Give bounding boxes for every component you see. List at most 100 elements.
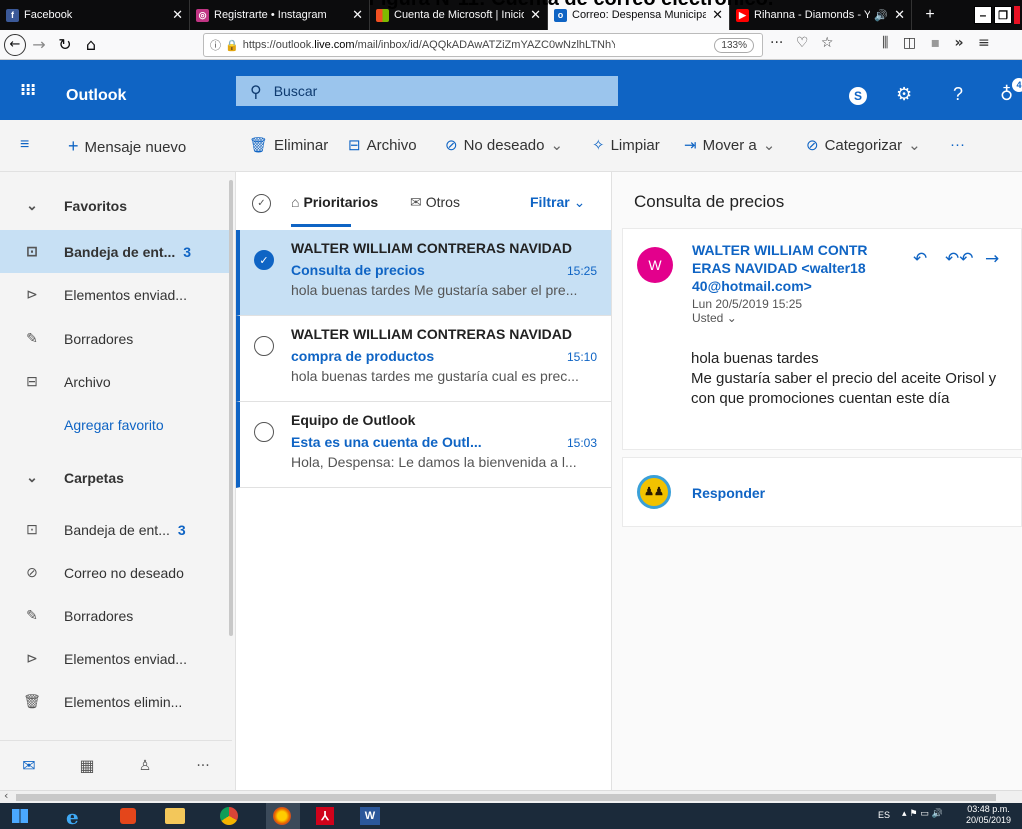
file-explorer-icon[interactable] [165, 808, 185, 824]
trash-icon: 🗑 [249, 137, 269, 154]
categorize-label: Categorizar [824, 137, 903, 154]
archive-button[interactable]: ⊟ Archivo [348, 136, 417, 154]
recipient[interactable]: Usted ⌄ [692, 311, 737, 325]
more-icon[interactable]: ··· [770, 35, 783, 51]
extension-icon[interactable]: ▪ [931, 35, 941, 51]
tab-focused[interactable]: ⌂ Prioritarios [291, 194, 378, 210]
inbox-icon: ⊡ [26, 243, 38, 259]
app-launcher-icon[interactable]: ⁝⁝⁝ [20, 80, 36, 99]
help-icon[interactable]: ? [953, 84, 963, 105]
settings-gear-icon[interactable]: ⚙ [896, 84, 912, 105]
message-subject: Consulta de precios [291, 262, 425, 278]
junk-button[interactable]: ⊘ No deseado ⌄ [445, 136, 563, 154]
more-apps-icon[interactable]: ··· [174, 758, 232, 774]
forward-icon[interactable]: → [985, 249, 999, 269]
folders-header[interactable]: ⌄ Carpetas [0, 456, 232, 499]
message-item[interactable]: Equipo de Outlook Esta es una cuenta de … [236, 402, 611, 488]
back-icon[interactable]: ← [4, 33, 26, 56]
forward-icon[interactable]: → [26, 35, 52, 54]
notifications-icon[interactable]: ♁ [1000, 84, 1013, 105]
outlook-header: ⁝⁝⁝ Outlook ⚲ Buscar S ⚙ ? ♁ 4 [0, 60, 1022, 120]
chevron-down-icon: ⌄ [908, 137, 921, 154]
info-icon[interactable]: ⓘ [210, 37, 221, 53]
body-line: con que promociones cuentan este día [691, 390, 950, 407]
reading-pane: Consulta de precios W WALTER WILLIAM CON… [612, 172, 1022, 790]
start-icon[interactable] [12, 809, 28, 823]
people-icon[interactable]: ♙ [116, 758, 174, 774]
reply-icon[interactable]: ↶ [913, 249, 927, 269]
reply-link[interactable]: Responder [692, 485, 765, 501]
favorite-drafts[interactable]: ✎ Borradores [0, 317, 232, 360]
reply-card: ♟♟ Responder [622, 457, 1022, 527]
filter-button[interactable]: Filtrar ⌄ [530, 194, 585, 211]
check-circle-icon[interactable] [254, 422, 274, 442]
chrome-icon[interactable] [220, 807, 238, 825]
horizontal-scrollbar[interactable]: ‹ [0, 789, 1022, 803]
favorite-inbox[interactable]: ⊡ Bandeja de ent... 3 [0, 230, 232, 273]
lock-icon: 🔒 [225, 39, 239, 52]
scroll-left-icon[interactable]: ‹ [4, 789, 8, 802]
new-message-button[interactable]: + Mensaje nuevo [68, 136, 186, 157]
message-sender: Equipo de Outlook [291, 412, 416, 428]
folder-deleted[interactable]: 🗑 Elementos elimin... [0, 680, 232, 723]
message-item[interactable]: WALTER WILLIAM CONTRERAS NAVIDAD compra … [236, 316, 611, 402]
favorite-archive[interactable]: ⊟ Archivo [0, 360, 232, 403]
categorize-button[interactable]: ⊘ Categorizar ⌄ [806, 136, 921, 154]
search-icon: ⚲ [250, 81, 262, 101]
reload-icon[interactable]: ↻ [52, 35, 78, 54]
folders-label: Carpetas [64, 469, 124, 486]
folder-drafts[interactable]: ✎ Borradores [0, 594, 232, 637]
word-icon[interactable]: W [360, 807, 380, 825]
block-icon: ⊘ [26, 564, 38, 580]
tray-icons[interactable]: ▴ ⚑ ▭ 🔊 [902, 809, 943, 819]
tab-other-label: Otros [425, 194, 460, 210]
folder-sent[interactable]: ⊳ Elementos enviad... [0, 637, 232, 680]
mail-icon[interactable]: ✉ [0, 756, 58, 775]
check-circle-icon[interactable] [254, 336, 274, 356]
library-icon[interactable]: ⫼ [882, 35, 888, 51]
home-icon[interactable]: ⌂ [78, 35, 104, 54]
search-input[interactable]: ⚲ Buscar [236, 76, 618, 106]
select-all-icon[interactable]: ✓ [252, 194, 271, 213]
pocket-icon[interactable]: ♡ [796, 35, 809, 51]
sweep-button[interactable]: ✧ Limpiar [592, 136, 660, 154]
acrobat-icon[interactable]: ⅄ [316, 807, 334, 825]
active-tab-indicator [291, 224, 351, 227]
hamburger-icon[interactable]: ≡ [20, 136, 29, 154]
check-circle-icon[interactable]: ✓ [254, 250, 274, 270]
delete-label: Eliminar [274, 137, 329, 154]
chevron-down-icon: ⌄ [762, 137, 776, 154]
sender-address[interactable]: WALTER WILLIAM CONTR ERAS NAVIDAD <walte… [692, 241, 868, 295]
sender-avatar[interactable]: W [637, 247, 673, 283]
reply-all-icon[interactable]: ↶↶ [945, 249, 974, 269]
favorites-header[interactable]: ⌄ Favoritos [0, 184, 232, 227]
folder-scrollbar[interactable] [229, 180, 233, 636]
scroll-thumb[interactable] [16, 794, 996, 801]
language-indicator[interactable]: ES [878, 810, 890, 820]
internet-explorer-icon[interactable]: e [66, 805, 79, 829]
folder-junk[interactable]: ⊘ Correo no deseado [0, 551, 232, 594]
calendar-icon[interactable]: ▦ [58, 756, 116, 775]
message-preview: hola buenas tardes me gustaría cual es p… [291, 368, 579, 384]
message-item[interactable]: ✓ WALTER WILLIAM CONTRERAS NAVIDAD Consu… [236, 230, 611, 316]
windows-taskbar: e ⅄ W ES ▴ ⚑ ▭ 🔊 03:48 p.m. 20/05/2019 [0, 803, 1022, 829]
add-favorite-link[interactable]: Agregar favorito [0, 403, 232, 446]
overflow-icon[interactable]: » [955, 35, 964, 51]
address-bar[interactable]: ⓘ 🔒 https://outlook. live.com/mail/inbox/… [203, 33, 763, 57]
zoom-level[interactable]: 133% [714, 37, 754, 53]
app-name[interactable]: Outlook [66, 87, 126, 105]
delete-button[interactable]: 🗑 Eliminar [249, 136, 328, 154]
favorite-sent[interactable]: ⊳ Elementos enviad... [0, 273, 232, 316]
skype-icon[interactable]: S [849, 87, 867, 105]
more-commands-button[interactable]: ··· [950, 136, 965, 153]
sidebar-icon[interactable]: ◫ [903, 35, 916, 51]
tab-other[interactable]: ✉ Otros [410, 194, 460, 211]
folder-inbox[interactable]: ⊡ Bandeja de ent... 3 [0, 508, 232, 551]
chevron-down-icon: ⌄ [573, 194, 586, 210]
media-player-icon[interactable] [120, 808, 136, 824]
move-to-button[interactable]: ⇥ Mover a ⌄ [684, 136, 775, 154]
bookmark-star-icon[interactable]: ☆ [821, 35, 834, 51]
clock[interactable]: 03:48 p.m. 20/05/2019 [966, 804, 1011, 826]
menu-icon[interactable]: ≡ [978, 35, 990, 51]
clock-time: 03:48 p.m. [967, 804, 1010, 814]
